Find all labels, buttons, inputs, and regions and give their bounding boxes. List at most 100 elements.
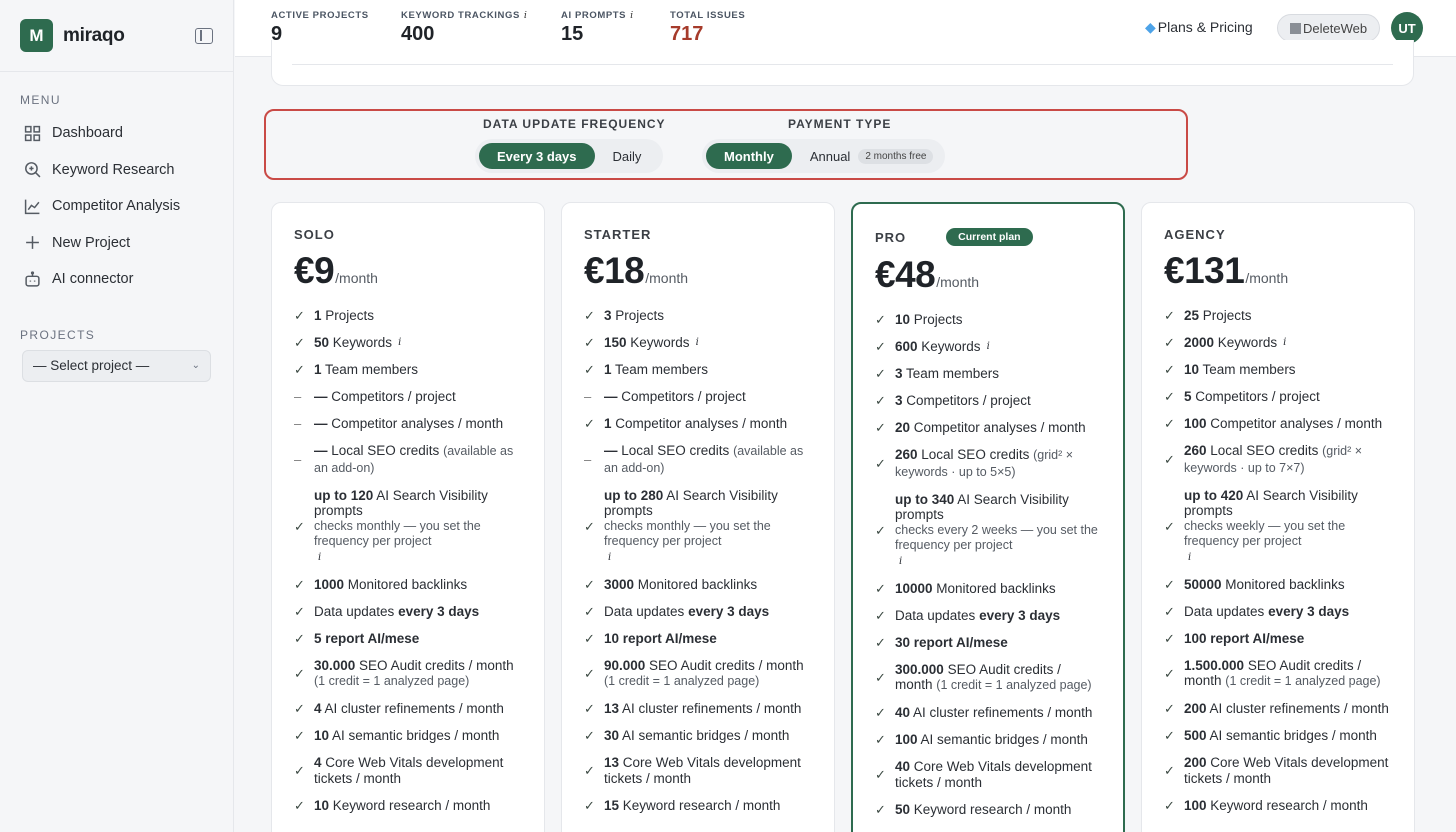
sidebar-item-keyword-research[interactable]: Keyword Research bbox=[0, 152, 233, 189]
check-icon: ✓ bbox=[875, 393, 886, 408]
current-plan-badge: Current plan bbox=[946, 228, 1033, 246]
logo-icon[interactable]: M bbox=[20, 19, 53, 52]
plan-price: €9/month bbox=[294, 250, 522, 292]
main-nav: Dashboard Keyword Research Competitor An… bbox=[0, 115, 233, 298]
feature-text: 50 Keyword research / month bbox=[895, 801, 1072, 817]
feature-item: ✓ up to 120 AI Search Visibility prompts c… bbox=[294, 488, 522, 566]
feature-text: 50 Keywords i bbox=[314, 335, 402, 350]
feature-item: – — Competitor analyses / month bbox=[294, 416, 522, 432]
feature-text: 2000 Keywords i bbox=[1184, 335, 1287, 350]
check-icon: ✓ bbox=[294, 362, 305, 377]
feature-text: 40 AI cluster refinements / month bbox=[895, 705, 1093, 720]
check-icon: ✓ bbox=[1164, 701, 1175, 716]
check-icon: ✓ bbox=[294, 308, 305, 323]
info-icon[interactable]: i bbox=[318, 550, 522, 566]
check-icon: ✓ bbox=[294, 335, 305, 350]
feature-item: ✓ 500 AI semantic bridges / month bbox=[1164, 728, 1392, 744]
info-icon[interactable]: i bbox=[987, 341, 990, 352]
feature-item: ✓ 100 Keyword research / month bbox=[1164, 798, 1392, 814]
plan-card-pro: PRO Current plan €48/month ✓ 10 Projects ✓ 600… bbox=[851, 202, 1125, 832]
info-icon[interactable]: i bbox=[899, 554, 1101, 570]
check-icon: ✓ bbox=[1164, 308, 1175, 323]
check-icon: ✓ bbox=[875, 669, 886, 685]
plan-price: €131/month bbox=[1164, 250, 1392, 292]
feature-item: ✓ 1 Projects bbox=[294, 308, 522, 324]
feature-item: – — Competitors / project bbox=[584, 389, 812, 405]
feature-text: 1 Projects bbox=[314, 308, 375, 323]
sidebar-item-ai-connector[interactable]: AI connector bbox=[0, 261, 233, 298]
menu-title: MENU bbox=[20, 93, 61, 107]
info-icon[interactable]: i bbox=[608, 550, 812, 566]
check-icon: ✓ bbox=[294, 518, 305, 534]
frequency-option-every-3-days[interactable]: Every 3 days bbox=[479, 143, 595, 169]
check-icon: ✓ bbox=[1164, 518, 1175, 534]
feature-text: 20 Competitor analyses / month bbox=[895, 420, 1086, 435]
info-icon[interactable]: i bbox=[398, 337, 401, 348]
feature-text: — Local SEO credits (available as an add… bbox=[314, 443, 514, 475]
info-icon[interactable]: i bbox=[1283, 337, 1286, 348]
feature-item: ✓ 10 AI semantic bridges / month bbox=[294, 728, 522, 744]
feature-item: ✓ 3 Projects bbox=[584, 308, 812, 324]
project-select[interactable]: — Select project — ⌄ bbox=[22, 349, 211, 382]
workspace-button[interactable]: DeleteWeb bbox=[1277, 14, 1381, 42]
feature-text: — Competitor analyses / month bbox=[314, 416, 504, 431]
info-icon[interactable]: i bbox=[1188, 550, 1392, 566]
feature-text: 100 report AI/mese bbox=[1184, 630, 1305, 646]
sidebar-toggle-icon[interactable] bbox=[195, 27, 213, 44]
payment-option-monthly[interactable]: Monthly bbox=[706, 143, 792, 169]
feature-item: ✓ 200 AI cluster refinements / month bbox=[1164, 701, 1392, 717]
check-icon: ✓ bbox=[875, 312, 886, 327]
feature-item: ✓ 10 Keyword research / month bbox=[294, 798, 522, 814]
annual-discount-badge: 2 months free bbox=[858, 148, 934, 164]
check-icon: ✓ bbox=[1164, 630, 1175, 646]
info-icon[interactable]: i bbox=[696, 337, 699, 348]
plan-card-starter: STARTER €18/month ✓ 3 Projects ✓ 150 Keywords… bbox=[561, 202, 835, 832]
frequency-title: DATA UPDATE FREQUENCY bbox=[483, 117, 666, 131]
projects-title: PROJECTS bbox=[20, 327, 96, 342]
feature-item: ✓ 1 Team members bbox=[294, 362, 522, 378]
feature-text: 4 AI cluster refinements / month bbox=[314, 701, 504, 716]
feature-item: ✓ 3 Competitors / project bbox=[875, 393, 1101, 409]
feature-text: up to 120 AI Search Visibility prompts ch… bbox=[314, 488, 522, 566]
plan-card-solo: SOLO €9/month ✓ 1 Projects ✓ 50 Keywords i ✓ 1 T… bbox=[271, 202, 545, 832]
check-icon: ✓ bbox=[584, 603, 595, 619]
feature-text: 50000 Monitored backlinks bbox=[1184, 576, 1345, 592]
check-icon: ✓ bbox=[1164, 797, 1175, 813]
info-icon[interactable]: i bbox=[630, 10, 634, 21]
brand-name[interactable]: miraqo bbox=[63, 25, 125, 47]
feature-item: ✓ 100 AI semantic bridges / month bbox=[875, 732, 1101, 748]
feature-item: ✓ 260 Local SEO credits (grid² × keywords… bbox=[875, 447, 1101, 480]
feature-text: 13 AI cluster refinements / month bbox=[604, 701, 802, 716]
check-icon: ✓ bbox=[875, 580, 886, 596]
sidebar-item-new-project[interactable]: New Project bbox=[0, 225, 233, 262]
price-amount: €18 bbox=[584, 250, 645, 291]
check-icon: ✓ bbox=[584, 308, 595, 323]
feature-text: 1 Competitor analyses / month bbox=[604, 416, 788, 431]
payment-toggle: Monthly Annual 2 months free bbox=[702, 139, 946, 173]
feature-text: 1 Team members bbox=[604, 362, 709, 377]
check-icon: ✓ bbox=[1164, 362, 1175, 377]
dash-icon: – bbox=[294, 416, 302, 431]
plans-pricing-link[interactable]: ◆ Plans & Pricing bbox=[1145, 19, 1253, 36]
frequency-option-daily[interactable]: Daily bbox=[595, 143, 660, 169]
sidebar-item-competitor-analysis[interactable]: Competitor Analysis bbox=[0, 188, 233, 225]
check-icon: ✓ bbox=[584, 362, 595, 377]
check-icon: ✓ bbox=[584, 728, 595, 743]
check-icon: ✓ bbox=[1164, 451, 1175, 467]
dash-icon: – bbox=[294, 451, 302, 467]
stat-label: ACTIVE PROJECTS bbox=[271, 10, 369, 21]
sidebar-item-dashboard[interactable]: Dashboard bbox=[0, 115, 233, 152]
info-icon[interactable]: i bbox=[524, 10, 528, 21]
check-icon: ✓ bbox=[875, 420, 886, 435]
feature-item: ✓ 50 Keywords i bbox=[294, 335, 522, 351]
check-icon: ✓ bbox=[294, 762, 305, 778]
check-icon: ✓ bbox=[875, 607, 886, 623]
plan-price: €18/month bbox=[584, 250, 812, 292]
check-icon: ✓ bbox=[1164, 416, 1175, 431]
payment-option-annual[interactable]: Annual bbox=[792, 143, 868, 169]
project-select-value: — Select project — bbox=[33, 358, 150, 373]
price-amount: €9 bbox=[294, 250, 335, 291]
feature-item: ✓ up to 420 AI Search Visibility prompts c… bbox=[1164, 488, 1392, 566]
feature-item: ✓ 4 AI cluster refinements / month bbox=[294, 701, 522, 717]
feature-text: Data updates every 3 days bbox=[895, 607, 1061, 623]
